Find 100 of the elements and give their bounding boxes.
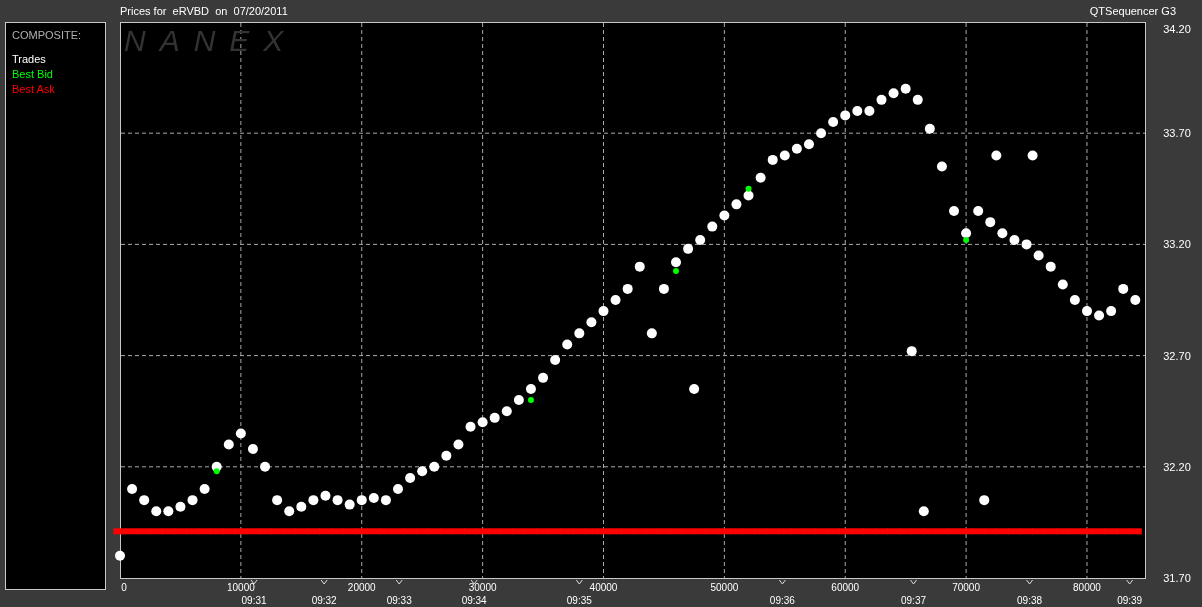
x-axis-label: 0 <box>121 582 127 593</box>
data-point <box>1082 306 1092 317</box>
data-point <box>235 428 246 439</box>
data-point <box>991 150 1002 161</box>
data-point <box>695 234 706 245</box>
time-tick-icon <box>1126 579 1134 585</box>
x-axis-label: 20000 <box>347 582 376 593</box>
time-label: 09:31 <box>241 595 267 606</box>
data-point <box>393 484 403 495</box>
data-point <box>719 210 730 221</box>
data-point <box>1069 295 1080 305</box>
legend-label: Best Ask <box>12 81 56 97</box>
data-point <box>441 450 452 461</box>
data-point <box>175 501 186 512</box>
data-point <box>997 228 1008 239</box>
data-point <box>973 206 984 217</box>
x-axis-label: 10000 <box>226 582 255 593</box>
time-label: 09:34 <box>461 595 487 606</box>
y-axis-label: 32.20 <box>1163 460 1191 473</box>
time-label: 09:39 <box>1117 595 1143 606</box>
time-tick-icon <box>575 579 583 585</box>
data-point <box>924 123 935 134</box>
data-point <box>840 110 851 121</box>
data-point <box>888 88 899 99</box>
data-point <box>465 421 476 432</box>
data-point <box>513 395 524 406</box>
x-axis-label: 40000 <box>589 582 618 593</box>
data-point <box>1045 261 1056 272</box>
data-point <box>1009 234 1020 245</box>
data-point <box>979 495 990 506</box>
data-point <box>1033 250 1044 261</box>
data-point <box>1106 306 1117 317</box>
legend-label: Trades <box>12 51 47 67</box>
data-point <box>368 492 379 503</box>
legend-title: COMPOSITE: <box>12 28 83 43</box>
data-point <box>622 283 633 294</box>
data-point <box>949 206 959 217</box>
data-point <box>731 199 742 210</box>
data-point <box>683 243 694 254</box>
data-point <box>912 94 923 105</box>
data-point <box>985 217 996 228</box>
data-point <box>1027 150 1038 161</box>
data-point <box>489 412 500 423</box>
data-point <box>816 128 827 139</box>
data-point <box>1057 279 1068 290</box>
data-point <box>767 154 778 165</box>
data-point <box>562 339 573 350</box>
data-point <box>332 495 343 506</box>
x-axis-label: 50000 <box>710 582 739 593</box>
data-point <box>1094 310 1105 321</box>
data-point <box>550 355 561 366</box>
time-label: 09:33 <box>386 595 412 606</box>
data-point <box>598 306 609 317</box>
data-point <box>646 328 657 339</box>
y-axis-label: 31.70 <box>1163 572 1191 584</box>
data-point <box>115 550 125 561</box>
time-label: 09:32 <box>311 595 337 606</box>
data-point <box>828 117 839 128</box>
data-point <box>272 495 283 506</box>
data-point <box>779 150 790 161</box>
data-point <box>356 495 367 506</box>
time-tick-icon <box>1026 579 1034 585</box>
data-point <box>405 472 416 483</box>
data-point <box>429 461 440 472</box>
time-tick-icon <box>778 579 786 585</box>
data-point <box>247 444 258 454</box>
y-axis-label: 32.70 <box>1163 349 1191 362</box>
data-point <box>634 261 645 272</box>
data-point <box>755 172 766 183</box>
data-point <box>852 105 863 116</box>
data-point <box>936 161 947 172</box>
y-axis-label: 33.70 <box>1163 127 1191 140</box>
chart-title: Prices for eRVBD on 07/20/2011 <box>120 3 288 19</box>
data-point <box>320 490 331 501</box>
data-point <box>689 383 700 394</box>
data-point <box>417 466 428 477</box>
data-point <box>127 484 138 495</box>
data-point <box>284 506 295 517</box>
data-point <box>1130 295 1141 305</box>
y-axis-label: 33.20 <box>1163 238 1191 251</box>
data-point <box>1021 239 1032 250</box>
data-point <box>658 283 669 294</box>
data-point <box>223 439 234 450</box>
time-tick-icon <box>250 579 258 585</box>
x-axis-label: 60000 <box>831 582 860 593</box>
data-point <box>574 328 585 339</box>
brand-logo: NANEX <box>124 24 298 57</box>
data-point <box>876 94 887 105</box>
data-point <box>586 317 597 328</box>
data-point <box>864 105 875 116</box>
data-point <box>199 484 210 495</box>
data-point <box>906 346 917 357</box>
time-label: 09:36 <box>769 595 795 606</box>
data-point <box>900 83 911 94</box>
app-name: QTSequencer G3 <box>1089 3 1176 19</box>
data-point <box>151 506 162 517</box>
x-axis-label: 30000 <box>468 582 497 593</box>
data-point <box>1118 283 1129 294</box>
data-point <box>344 499 355 510</box>
data-point <box>380 495 391 506</box>
